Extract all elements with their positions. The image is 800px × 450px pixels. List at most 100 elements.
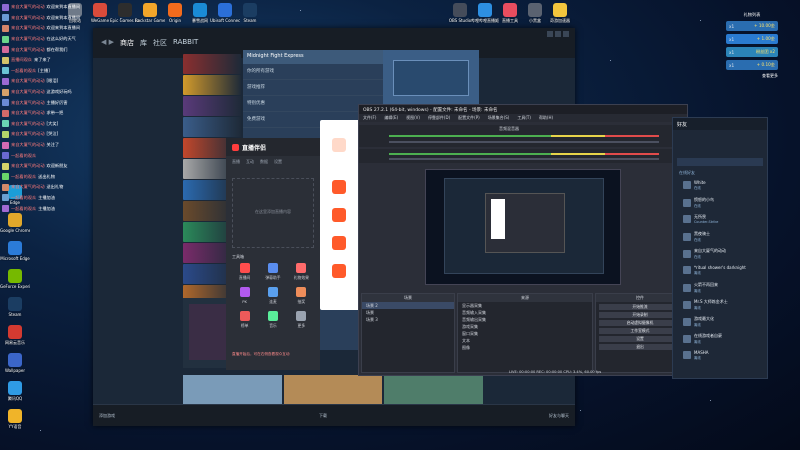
- downloads-button[interactable]: 下载: [319, 413, 327, 419]
- friend-entry[interactable]: 愤怒的小鸟 在线: [683, 197, 714, 208]
- desktop-icon[interactable]: YY语音: [0, 409, 30, 429]
- friend-entry[interactable]: 火箭不再回来 离线: [683, 282, 718, 293]
- add-game-button[interactable]: 添加游戏: [99, 413, 115, 419]
- tool-button[interactable]: 抽奖: [289, 287, 314, 305]
- friend-entry[interactable]: 在线游戏者自豪 离线: [683, 333, 722, 344]
- live-tab[interactable]: 设置: [274, 159, 282, 165]
- scene-item[interactable]: 场景 3: [362, 316, 454, 323]
- live-tab[interactable]: 数据: [260, 159, 268, 165]
- live-tab[interactable]: 互动: [246, 159, 254, 165]
- source-item[interactable]: 文本: [458, 337, 592, 344]
- obs-preview-canvas[interactable]: [425, 169, 621, 285]
- popup-item-1[interactable]: [332, 180, 346, 194]
- video-thumb[interactable]: [183, 375, 282, 407]
- gift-more-link[interactable]: 查看更多: [726, 73, 778, 79]
- desktop-icon[interactable]: Microsoft Edge: [0, 241, 30, 261]
- game-capsule[interactable]: [183, 117, 241, 137]
- obs-menu-item[interactable]: 配置文件(P): [458, 115, 480, 121]
- chat-text: [哭泣]: [46, 131, 59, 137]
- tool-button[interactable]: 直播间: [232, 263, 257, 281]
- obs-menu-item[interactable]: 文件(F): [363, 115, 376, 121]
- friend-text: Mr.S 大师炼金术士 离线: [694, 299, 728, 310]
- friend-entry[interactable]: 黑夜骑士 在线: [683, 231, 710, 242]
- avatar: [2, 183, 9, 191]
- steam-nav-user[interactable]: RABBIT: [173, 38, 198, 48]
- desktop-icon[interactable]: 奇游加速器: [545, 3, 575, 23]
- popup-item-4[interactable]: [332, 264, 346, 278]
- steam-nav-store[interactable]: 商店: [120, 38, 134, 48]
- popup-item-2[interactable]: [332, 208, 346, 222]
- steam-list-item[interactable]: 游戏推荐: [243, 80, 383, 96]
- minimize-icon[interactable]: [547, 31, 553, 37]
- control-button[interactable]: 启动虚拟摄像机: [599, 319, 681, 326]
- friends-search-input[interactable]: [677, 158, 763, 166]
- desktop-icon[interactable]: GeForce Experience: [0, 269, 30, 289]
- control-button[interactable]: 开始录制: [599, 311, 681, 318]
- audio-slider-mic[interactable]: [389, 158, 659, 160]
- obs-menu-item[interactable]: 工具(T): [517, 115, 531, 121]
- obs-menu-item[interactable]: 停靠部件(D): [428, 115, 450, 121]
- desktop-icon[interactable]: Wallpaper: [0, 353, 30, 373]
- control-button[interactable]: 退出: [599, 343, 681, 350]
- desktop-icon[interactable]: 腾讯QQ: [0, 381, 30, 401]
- obs-sources-dock: 来源 显示器采集 音频输入采集 音频输出采集 游戏采集 窗口采集 文本 图像: [457, 293, 593, 373]
- scene-item[interactable]: 场景 2: [362, 302, 454, 309]
- source-item[interactable]: 音频输入采集: [458, 309, 592, 316]
- game-capsule[interactable]: [183, 96, 241, 116]
- audio-slider-desktop[interactable]: [389, 141, 659, 143]
- steam-nav-community[interactable]: 社区: [153, 38, 167, 48]
- popup-item-3[interactable]: [332, 236, 346, 250]
- avatar: [2, 14, 9, 22]
- video-thumb[interactable]: [384, 375, 484, 407]
- featured-screenshot[interactable]: [383, 50, 479, 110]
- friend-entry[interactable]: Mr.S 大师炼金术士 离线: [683, 299, 728, 310]
- control-button[interactable]: 开始推流: [599, 303, 681, 310]
- maximize-icon[interactable]: [555, 31, 561, 37]
- video-thumb[interactable]: [283, 375, 383, 407]
- tool-button[interactable]: 更多: [289, 311, 314, 329]
- close-icon[interactable]: [563, 31, 569, 37]
- chat-message: 一起看的观众 送出礼物: [2, 172, 97, 183]
- friend-entry[interactable]: 无所畏 Counter-Strike: [683, 214, 718, 224]
- control-button[interactable]: 设置: [599, 335, 681, 342]
- game-capsule[interactable]: [183, 75, 241, 95]
- control-button[interactable]: 工作室模式: [599, 327, 681, 334]
- tool-button[interactable]: 连麦: [260, 287, 285, 305]
- obs-menu-item[interactable]: 帮助(H): [539, 115, 553, 121]
- obs-menu-item[interactable]: 视图(V): [406, 115, 420, 121]
- avatar: [2, 88, 9, 96]
- source-item[interactable]: 音频输出采集: [458, 316, 592, 323]
- source-item[interactable]: 显示器采集: [458, 302, 592, 309]
- friend-entry[interactable]: 游戏最大化 离线: [683, 316, 714, 327]
- tool-button[interactable]: 弹幕助手: [260, 263, 285, 281]
- friend-entry[interactable]: 来自大厦气的动动 在线: [683, 248, 726, 259]
- friend-entry[interactable]: *ritual shower's darknight 离线: [683, 265, 746, 275]
- tool-icon: [296, 263, 307, 273]
- desktop-icon[interactable]: Steam: [0, 297, 30, 317]
- tool-button[interactable]: 音乐: [260, 311, 285, 329]
- steam-nav-library[interactable]: 库: [140, 38, 147, 48]
- source-item[interactable]: 窗口采集: [458, 330, 592, 337]
- game-capsule[interactable]: [183, 54, 241, 74]
- chat-message: 一起看的观众 [主播]: [2, 66, 97, 77]
- tool-button[interactable]: PK: [232, 287, 257, 305]
- tool-button[interactable]: 礼物效果: [289, 263, 314, 281]
- desktop-icon[interactable]: 网易云音乐: [0, 325, 30, 345]
- popup-gift-icon[interactable]: [332, 138, 346, 152]
- live-tab[interactable]: 直播: [232, 159, 240, 165]
- source-item[interactable]: 游戏采集: [458, 323, 592, 330]
- desktop-icon[interactable]: Steam: [235, 3, 265, 23]
- obs-menu-item[interactable]: 场景集合(S): [488, 115, 510, 121]
- scene-item[interactable]: 场景: [362, 309, 454, 316]
- live-placeholder[interactable]: 在这里添加直播内容: [232, 178, 314, 248]
- source-item[interactable]: 图像: [458, 344, 592, 351]
- friends-group-online[interactable]: 在线好友: [679, 170, 695, 176]
- friends-chat-button[interactable]: 好友与聊天: [549, 413, 569, 419]
- friend-entry[interactable]: MASHA 离线: [683, 350, 708, 360]
- steam-list-item[interactable]: 你的所有游戏: [243, 64, 383, 80]
- steam-nav-back-icon[interactable]: ◀ ▶: [101, 38, 114, 48]
- tool-button[interactable]: 榜单: [232, 311, 257, 329]
- obs-menu-item[interactable]: 编辑(E): [384, 115, 398, 121]
- desktop-icon[interactable]: Google Chrome: [0, 213, 30, 233]
- friend-entry[interactable]: White 在线: [683, 180, 706, 190]
